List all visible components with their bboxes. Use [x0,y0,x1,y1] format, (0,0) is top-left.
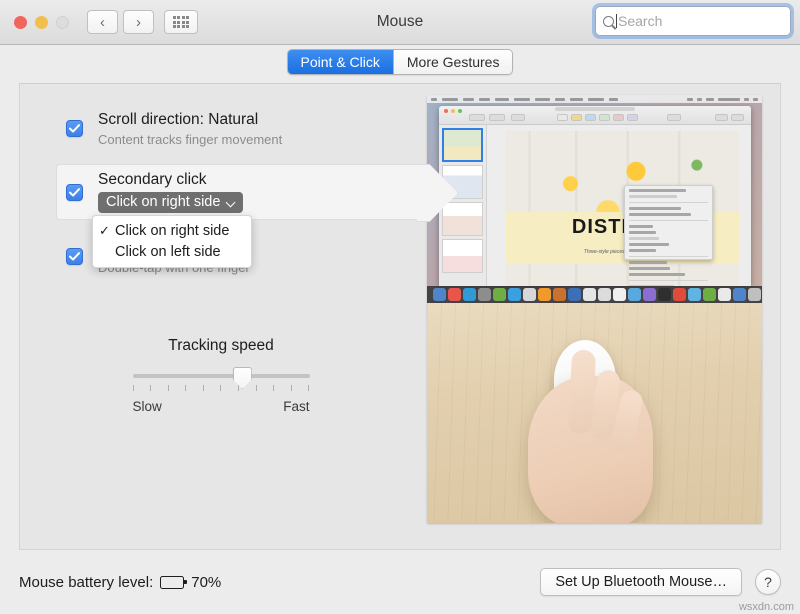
tab-label: More Gestures [406,54,500,70]
simulated-context-menu [624,185,714,286]
slider-max-label: Fast [283,399,310,414]
page-thumbnails-sidebar [439,125,487,286]
button-label: Set Up Bluetooth Mouse… [555,574,727,590]
page-thumbnail [442,202,483,236]
option-title: Secondary click [98,171,207,188]
chevron-left-icon: ‹ [100,13,105,31]
popup-menu-item-left[interactable]: Click on left side [93,241,251,262]
slider-ticks [132,385,310,391]
tab-more-gestures[interactable]: More Gestures [392,50,513,74]
option-subtitle: Content tracks finger movement [98,132,283,147]
options-list: Scroll direction: Natural Content tracks… [20,102,435,414]
set-up-bluetooth-mouse-button[interactable]: Set Up Bluetooth Mouse… [540,568,742,596]
tab-bar: Point & Click More Gestures [0,45,800,79]
slider-min-label: Slow [132,399,162,414]
simulated-document-body: DISTRICT Three-style pieces for your kit… [439,125,751,286]
chevron-right-icon: › [136,13,141,31]
tab-label: Point & Click [300,54,380,70]
tab-point-and-click[interactable]: Point & Click [287,50,393,74]
search-field-wrapper: Search [595,6,791,36]
option-text: Secondary click [98,170,207,190]
option-secondary-click[interactable]: Secondary click Click on right side ✓ Cl… [20,164,435,268]
help-button[interactable]: ? [755,569,781,595]
checkbox-scroll-direction[interactable] [66,120,83,137]
simulated-menu-bar [427,95,762,103]
navigation-buttons: ‹ › [87,10,154,34]
battery-percent: 70% [191,573,222,591]
title-bar: ‹ › Mouse Search [0,0,800,45]
check-icon [69,124,80,133]
tab-group: Point & Click More Gestures [286,49,514,75]
search-icon [603,15,614,27]
tracking-speed-block: Tracking speed Slow Fast [56,337,386,414]
tracking-speed-label: Tracking speed [168,337,274,354]
video-desk-portion [427,303,762,523]
popup-value: Click on right side [106,194,221,211]
demonstration-video: DISTRICT Three-style pieces for your kit… [427,95,762,523]
watermark: wsxdn.com [738,601,794,613]
text-cursor [616,14,617,28]
battery-icon [160,575,187,589]
check-icon [69,252,80,261]
battery-label: Mouse battery level: [19,573,154,591]
zoom-button [56,15,69,29]
slider-track [132,374,310,378]
simulated-toolbar [439,106,751,125]
page-thumbnail [442,128,483,162]
tracking-speed-slider[interactable] [132,367,310,393]
checkbox-secondary-click[interactable] [66,184,83,201]
simulated-pages-window: DISTRICT Three-style pieces for your kit… [439,106,751,286]
popup-menu-item-label: Click on right side [115,222,230,239]
grid-icon [172,15,190,29]
bottom-bar: Mouse battery level: 70% Set Up Bluetoot… [0,550,800,614]
check-icon [69,188,80,197]
show-all-button[interactable] [164,10,198,34]
secondary-click-popup-button[interactable]: Click on right side [98,192,244,213]
option-scroll-direction[interactable]: Scroll direction: Natural Content tracks… [20,102,435,164]
popup-menu-item-label: Click on left side [115,243,221,260]
battery-status: Mouse battery level: 70% [19,574,221,591]
checkbox-smart-zoom[interactable] [66,248,83,265]
slider-end-labels: Slow Fast [133,399,310,414]
option-title: Scroll direction: Natural [98,111,259,128]
minimize-button[interactable] [35,15,48,29]
window-controls [14,15,69,29]
back-button[interactable]: ‹ [87,10,118,34]
question-mark-icon: ? [764,574,772,590]
bottom-actions: Set Up Bluetooth Mouse… ? [540,568,781,596]
search-input[interactable]: Search [595,6,791,36]
page-thumbnail [442,239,483,273]
simulated-dock [427,286,762,303]
checkmark-icon: ✓ [99,223,110,238]
chevron-down-icon [227,198,236,207]
popup-menu-item-right[interactable]: ✓ Click on right side [93,220,251,241]
document-canvas: DISTRICT Three-style pieces for your kit… [487,125,751,286]
option-text: Scroll direction: Natural Content tracks… [98,110,282,149]
forward-button[interactable]: › [123,10,154,34]
document-page: DISTRICT Three-style pieces for your kit… [505,131,739,286]
mouse-preferences-window: ‹ › Mouse Search Point & Click More Gest… [0,0,800,614]
video-screen-portion: DISTRICT Three-style pieces for your kit… [427,95,762,303]
search-placeholder: Search [618,13,663,29]
preferences-panel: Scroll direction: Natural Content tracks… [19,83,781,550]
hand [527,349,653,523]
menu-bar-status-items [687,97,758,101]
close-button[interactable] [14,15,27,29]
secondary-click-popup-menu[interactable]: ✓ Click on right side Click on left side [92,215,252,268]
